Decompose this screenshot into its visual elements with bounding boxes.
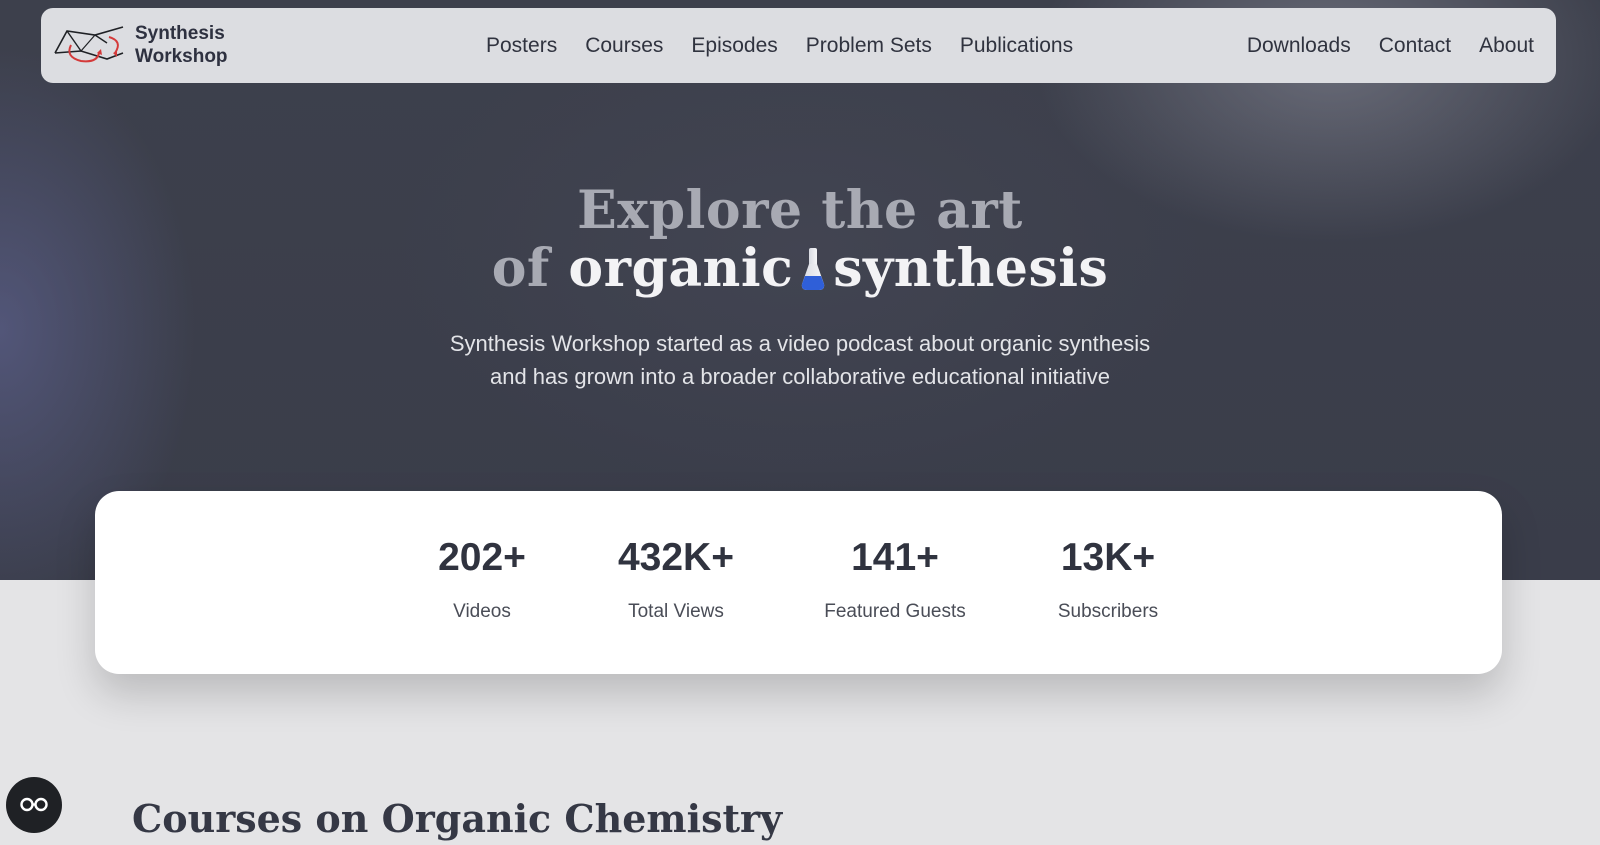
headline-synthesis: synthesis <box>833 238 1109 299</box>
nav-about[interactable]: About <box>1479 34 1534 58</box>
subtitle-line1: Synthesis Workshop started as a video po… <box>449 331 1151 356</box>
nav-publications[interactable]: Publications <box>960 34 1073 58</box>
brand-line2: Workshop <box>135 46 228 67</box>
nav-downloads[interactable]: Downloads <box>1247 34 1351 58</box>
secondary-nav: Downloads Contact About <box>1247 8 1534 83</box>
accessibility-button[interactable] <box>6 777 62 833</box>
nav-courses[interactable]: Courses <box>585 34 663 58</box>
main-nav: Posters Courses Episodes Problem Sets Pu… <box>486 8 1101 83</box>
hero-subtitle: Synthesis Workshop started as a video po… <box>0 327 1600 393</box>
top-navbar: Synthesis Workshop Posters Courses Episo… <box>41 8 1556 83</box>
headline-organic: organic <box>568 238 794 299</box>
stat-label: Subscribers <box>1057 601 1159 622</box>
stat-value: 13K+ <box>1060 536 1156 579</box>
nav-posters[interactable]: Posters <box>486 34 557 58</box>
glasses-icon <box>20 797 48 812</box>
flask-icon <box>802 248 825 290</box>
nav-episodes[interactable]: Episodes <box>691 34 777 58</box>
brand-link[interactable]: Synthesis Workshop <box>51 22 228 68</box>
nav-problem-sets[interactable]: Problem Sets <box>806 34 932 58</box>
headline-line2: of organic synthesis <box>0 240 1600 298</box>
nav-contact[interactable]: Contact <box>1379 34 1451 58</box>
headline-line1: Explore the art <box>577 180 1023 241</box>
brand-line1: Synthesis <box>135 23 225 44</box>
molecule-logo-icon <box>54 26 124 63</box>
brand-name: Synthesis Workshop <box>135 22 228 68</box>
hero-headline: Explore the art of organic synthesis <box>0 182 1600 298</box>
headline-of: of <box>491 238 550 299</box>
stats-card: 202+ Videos 432K+ Total Views 141+ Featu… <box>95 491 1502 674</box>
section-title: Courses on Organic Chemistry <box>132 796 783 841</box>
subtitle-line2: and has grown into a broader collaborati… <box>489 364 1111 389</box>
